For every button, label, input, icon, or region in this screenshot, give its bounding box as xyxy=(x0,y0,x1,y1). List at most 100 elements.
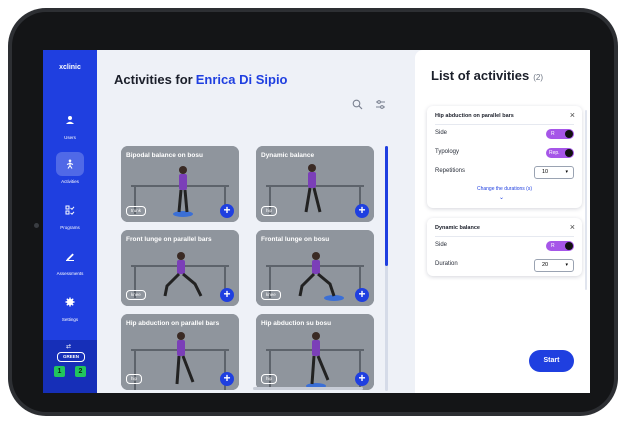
repetitions-label: Repetitions xyxy=(435,168,466,174)
selected-activity-title: Hip abduction on parallel bars xyxy=(435,113,514,119)
activity-count: (2) xyxy=(533,73,544,82)
filter-icon xyxy=(375,99,385,109)
patient-name: Enrica Di Sipio xyxy=(195,72,288,87)
panel-title-text: List of activities xyxy=(431,68,530,83)
toggle-knob xyxy=(565,149,573,157)
activity-card[interactable]: Hip abduction su bosu hip + xyxy=(256,314,374,390)
sensor-badge-left: 1 xyxy=(54,366,65,377)
body-area-tag: knee xyxy=(126,290,146,300)
card-title: Frontal lunge on bosu xyxy=(261,236,330,243)
activity-grid: Bipodal balance on bosu trunk + Dynamic … xyxy=(121,146,377,393)
add-activity-button[interactable]: + xyxy=(220,204,234,218)
filter-button[interactable] xyxy=(372,96,388,112)
chevron-down-icon: ▾ xyxy=(565,262,568,268)
sidebar: xclinic Users Activities Programs Assess… xyxy=(43,50,97,393)
sidebar-item-label: Activities xyxy=(61,179,79,184)
side-label: Side xyxy=(435,242,448,248)
card-title: Dynamic balance xyxy=(261,152,315,159)
close-icon[interactable]: × xyxy=(570,222,575,232)
programs-icon xyxy=(56,198,84,222)
sidebar-item-label: Settings xyxy=(61,317,79,322)
sidebar-item-label: Assessments xyxy=(56,271,84,276)
body-area-tag: hip xyxy=(126,374,143,384)
search-button[interactable] xyxy=(349,96,365,112)
camera-dot xyxy=(34,223,39,228)
side-toggle[interactable]: R xyxy=(546,129,574,139)
toggle-knob xyxy=(565,242,573,250)
body-area-tag: trunk xyxy=(126,206,147,216)
add-activity-button[interactable]: + xyxy=(355,372,369,386)
toggle-knob xyxy=(565,130,573,138)
duration-row: Duration 20 ▾ xyxy=(435,257,574,273)
title-prefix: Activities for xyxy=(114,72,193,87)
chevron-down-icon[interactable]: ⌄ xyxy=(499,194,504,201)
typology-row: Typology Rep. xyxy=(435,145,574,161)
selected-activity-card: Hip abduction on parallel bars × Side R … xyxy=(427,106,582,208)
body-area-tag: hip xyxy=(261,206,278,216)
panel-title: List of activities (2) xyxy=(431,68,543,83)
chevron-down-icon: ▾ xyxy=(565,169,568,175)
side-row: Side R xyxy=(435,126,574,142)
user-icon xyxy=(56,108,84,132)
add-activity-button[interactable]: + xyxy=(220,288,234,302)
device-status: ⇄ GREEN 1 2 xyxy=(43,340,97,393)
activities-icon xyxy=(56,152,84,176)
main-content: Activities for Enrica Di Sipio Bipodal ba… xyxy=(97,50,415,393)
card-title: Bipodal balance on bosu xyxy=(126,152,203,159)
app-screen: xclinic Users Activities Programs Assess… xyxy=(43,50,590,393)
divider xyxy=(435,124,574,125)
activity-card[interactable]: Frontal lunge on bosu knee + xyxy=(256,230,374,306)
card-title: Hip abduction su bosu xyxy=(261,320,332,327)
sidebar-item-settings[interactable]: Settings xyxy=(43,290,97,326)
sidebar-item-users[interactable]: Users xyxy=(43,108,97,144)
activity-card[interactable]: Hip abduction on parallel bars hip + xyxy=(121,314,239,390)
typology-toggle[interactable]: Rep. xyxy=(546,148,574,158)
card-title: Hip abduction on parallel bars xyxy=(126,320,220,327)
sidebar-item-label: Programs xyxy=(60,225,80,230)
repetitions-row: Repetitions 10 ▾ xyxy=(435,164,574,180)
activity-card[interactable]: Dynamic balance hip + xyxy=(256,146,374,222)
assessments-icon xyxy=(56,244,84,268)
sidebar-item-activities[interactable]: Activities xyxy=(43,152,97,188)
link-icon: ⇄ xyxy=(66,344,72,350)
divider xyxy=(435,236,574,237)
activity-list-panel: List of activities (2) Hip abduction on p… xyxy=(415,50,590,393)
gear-icon xyxy=(56,290,84,314)
activity-card[interactable]: Bipodal balance on bosu trunk + xyxy=(121,146,239,222)
selected-activity-card: Dynamic balance × Side R Duration 20 ▾ xyxy=(427,218,582,276)
duration-label: Duration xyxy=(435,261,458,267)
home-indicator xyxy=(253,387,363,390)
close-icon[interactable]: × xyxy=(570,110,575,120)
page-title: Activities for Enrica Di Sipio xyxy=(114,72,288,87)
sidebar-item-label: Users xyxy=(64,135,76,140)
card-title: Front lunge on parallel bars xyxy=(126,236,212,243)
change-durations-link[interactable]: Change the durations (s) xyxy=(427,186,582,192)
add-activity-button[interactable]: + xyxy=(220,372,234,386)
start-button[interactable]: Start xyxy=(529,350,574,372)
search-icon xyxy=(352,99,362,109)
body-area-tag: hip xyxy=(261,374,278,384)
add-activity-button[interactable]: + xyxy=(355,288,369,302)
duration-select[interactable]: 20 ▾ xyxy=(534,259,574,272)
brand-logo: xclinic xyxy=(59,64,81,71)
activity-scrollbar[interactable] xyxy=(385,146,388,391)
side-value: R xyxy=(551,131,555,137)
typology-value: Rep. xyxy=(549,150,560,156)
side-toggle[interactable]: R xyxy=(546,241,574,251)
panel-scrollbar[interactable] xyxy=(585,110,587,290)
sensor-badge-right: 2 xyxy=(75,366,86,377)
side-label: Side xyxy=(435,130,448,136)
sidebar-item-assessments[interactable]: Assessments xyxy=(43,244,97,280)
status-badge: GREEN xyxy=(57,352,85,362)
repetitions-select[interactable]: 10 ▾ xyxy=(534,166,574,179)
sidebar-item-programs[interactable]: Programs xyxy=(43,198,97,234)
activity-card[interactable]: Front lunge on parallel bars knee + xyxy=(121,230,239,306)
selected-activity-title: Dynamic balance xyxy=(435,225,480,231)
repetitions-value: 10 xyxy=(542,169,549,175)
duration-value: 20 xyxy=(542,262,549,268)
add-activity-button[interactable]: + xyxy=(355,204,369,218)
side-row: Side R xyxy=(435,238,574,254)
side-value: R xyxy=(551,243,555,249)
scroll-thumb[interactable] xyxy=(385,146,388,266)
body-area-tag: knee xyxy=(261,290,281,300)
